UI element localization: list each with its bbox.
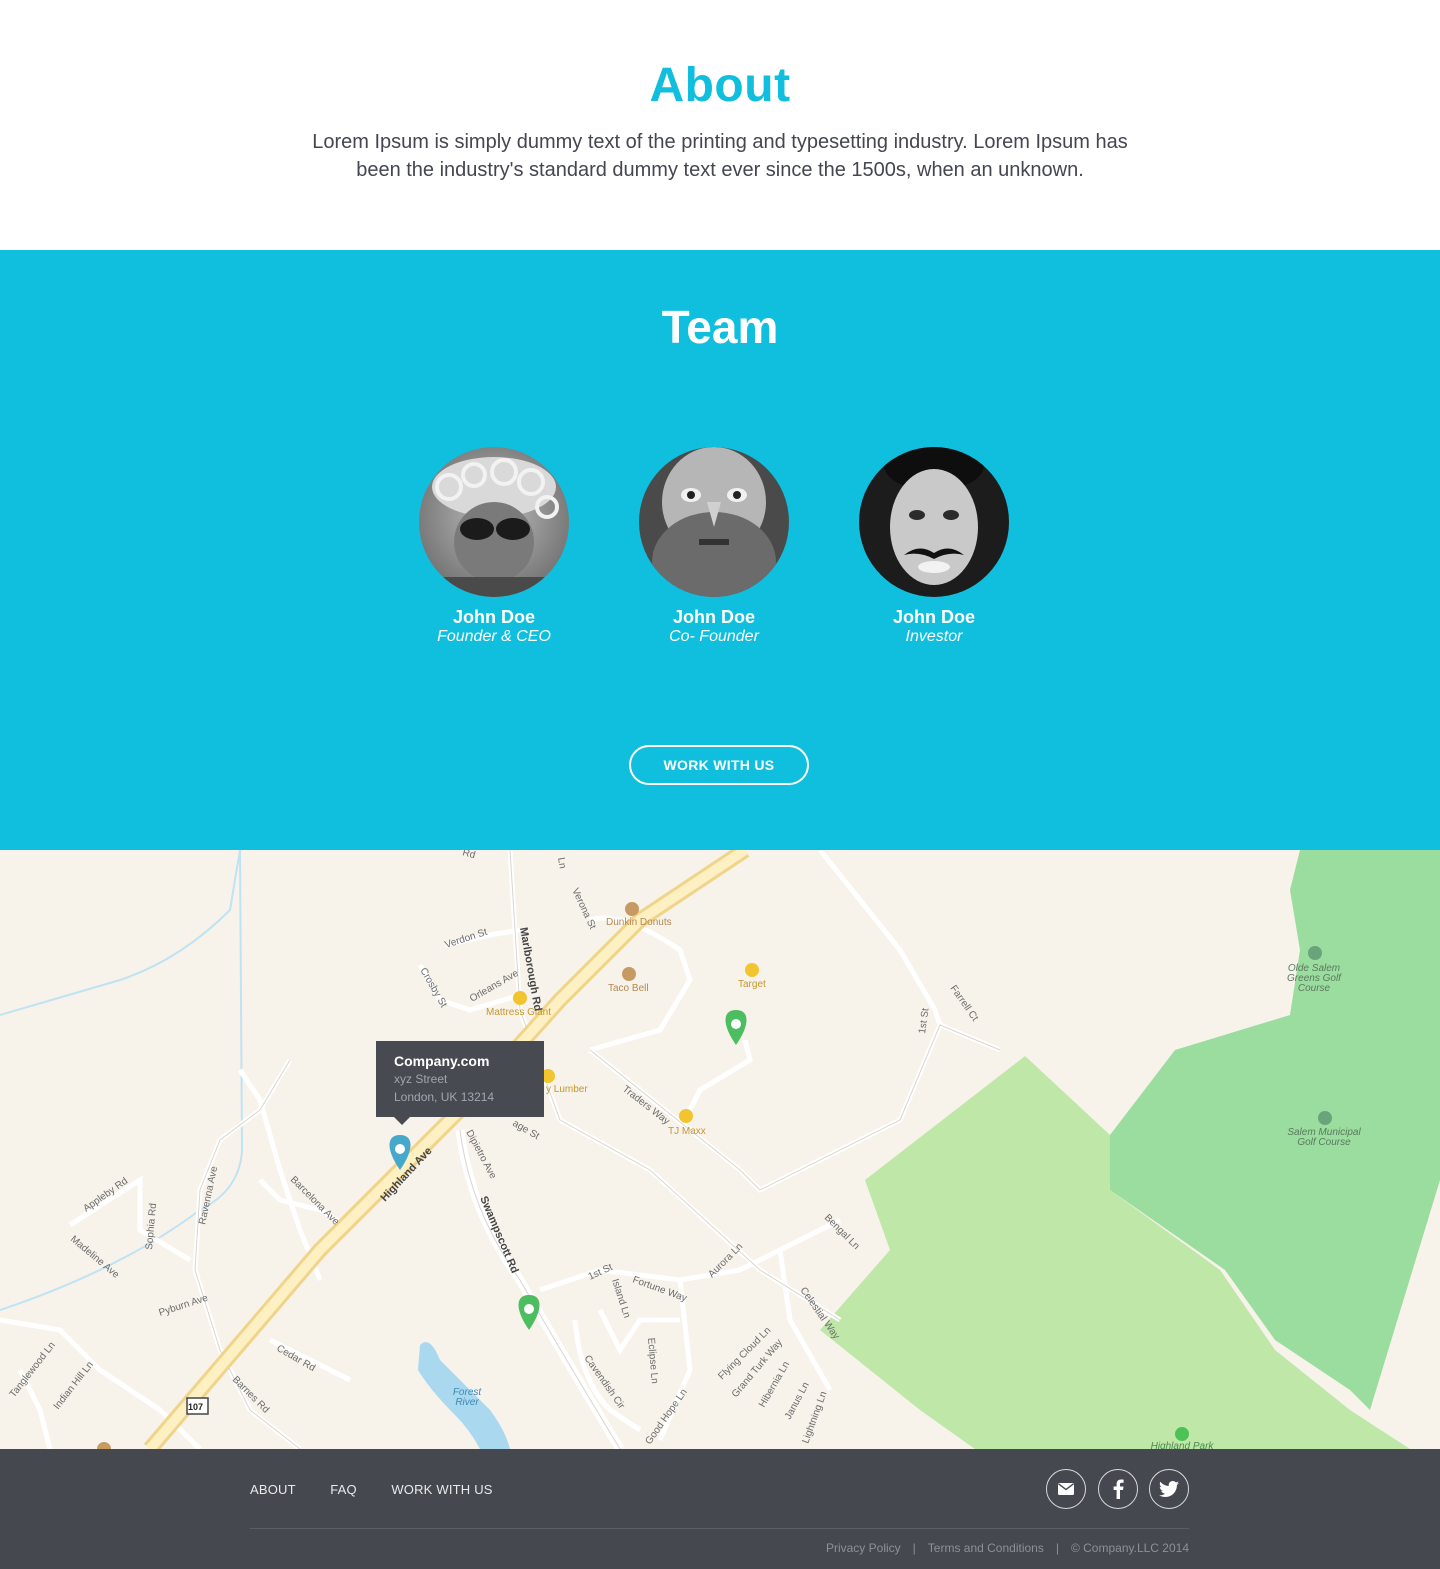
map-label: Traders Way bbox=[620, 1084, 671, 1127]
map-label: Verona St bbox=[569, 887, 598, 932]
member-role: Investor bbox=[905, 628, 963, 645]
map-label: Swampscott Rd bbox=[477, 1194, 520, 1275]
footer-link-about[interactable]: ABOUT bbox=[250, 1482, 296, 1497]
map-label: Farrell Ct bbox=[948, 983, 981, 1023]
team-member-2: John Doe Co- Founder bbox=[604, 447, 824, 647]
map-label: Eclipse Ln bbox=[645, 1337, 660, 1384]
twitter-icon[interactable] bbox=[1149, 1469, 1189, 1509]
terms-link[interactable]: Terms and Conditions bbox=[928, 1541, 1044, 1555]
team-section: Team John Doe Founder & CEO John Doe Co-… bbox=[0, 250, 1440, 850]
map-label: age St bbox=[511, 1118, 542, 1142]
avatar bbox=[639, 447, 789, 597]
map-label: 1st St bbox=[917, 1007, 931, 1034]
map-label: Rd bbox=[461, 850, 476, 861]
map-label: Crosby St bbox=[417, 966, 449, 1010]
map-label: 107 bbox=[188, 1402, 203, 1412]
facebook-icon[interactable] bbox=[1097, 1469, 1138, 1509]
map-label: Taco Bell bbox=[608, 983, 649, 994]
map-label: Target bbox=[738, 979, 766, 990]
tooltip-city: London, UK 13214 bbox=[394, 1090, 495, 1104]
map-label: Ln bbox=[555, 857, 568, 870]
footer-link-work-with-us[interactable]: WORK WITH US bbox=[391, 1482, 492, 1497]
member-name: John Doe bbox=[672, 607, 755, 627]
map-label: Verdon St bbox=[444, 927, 489, 951]
map-label: Madeline Ave bbox=[68, 1234, 121, 1281]
map-label: Sophia Rd bbox=[144, 1203, 159, 1250]
map-label: Highland Park bbox=[1151, 1441, 1215, 1449]
avatar bbox=[859, 447, 1009, 597]
team-title: Team bbox=[661, 301, 779, 353]
map-label: Golf Course bbox=[1297, 1137, 1351, 1148]
map-tooltip: Company.com xyz Street London, UK 13214 bbox=[376, 1041, 544, 1125]
work-with-us-button[interactable]: WORK WITH US bbox=[629, 745, 809, 785]
copyright: © Company.LLC 2014 bbox=[1070, 1541, 1189, 1555]
footer-legal: Privacy Policy | Terms and Conditions | © Co… bbox=[826, 1541, 1189, 1555]
map-label: Appleby Rd bbox=[81, 1176, 130, 1215]
member-name: John Doe bbox=[892, 607, 975, 627]
footer-nav: ABOUT FAQ WORK WITH US bbox=[250, 1481, 523, 1499]
tooltip-title: Company.com bbox=[394, 1053, 490, 1069]
member-role: Co- Founder bbox=[669, 628, 759, 645]
map-label: Bengal Ln bbox=[822, 1212, 862, 1252]
map[interactable]: Dunkin Donuts Taco Bell Target Mattress … bbox=[0, 850, 1440, 1449]
map-label: Janus Ln bbox=[783, 1380, 812, 1421]
separator: | bbox=[1055, 1541, 1059, 1555]
map-label: y Lumber bbox=[546, 1084, 588, 1095]
map-label: Island Ln bbox=[609, 1278, 632, 1320]
mail-icon[interactable] bbox=[1046, 1469, 1087, 1509]
about-text: Lorem Ipsum is simply dummy text of the … bbox=[312, 131, 1128, 181]
team-member-3: John Doe Investor bbox=[824, 447, 1044, 647]
map-label: TJ Maxx bbox=[668, 1126, 706, 1137]
about-title: About bbox=[649, 59, 791, 112]
privacy-policy-link[interactable]: Privacy Policy bbox=[826, 1541, 901, 1555]
map-label: Good Hope Ln bbox=[643, 1387, 689, 1447]
map-label: Course bbox=[1298, 983, 1331, 994]
about-section: About Lorem Ipsum is simply dummy text o… bbox=[0, 0, 1440, 250]
member-name: John Doe bbox=[452, 607, 535, 627]
footer-divider bbox=[250, 1528, 1189, 1529]
footer: ABOUT FAQ WORK WITH US Privacy Policy | Te… bbox=[0, 1449, 1440, 1569]
social-links bbox=[1039, 1469, 1189, 1509]
team-member-1: John Doe Founder & CEO bbox=[384, 447, 604, 647]
map-label: Dunkin Donuts bbox=[606, 917, 672, 928]
tooltip-street: xyz Street bbox=[394, 1072, 448, 1086]
map-label: Pyburn Ave bbox=[158, 1293, 210, 1319]
avatar bbox=[419, 447, 569, 597]
map-label: Indian Hill Ln bbox=[52, 1360, 96, 1412]
separator: | bbox=[912, 1541, 916, 1555]
member-role: Founder & CEO bbox=[437, 628, 551, 645]
map-canvas[interactable]: Dunkin Donuts Taco Bell Target Mattress … bbox=[0, 850, 1440, 1449]
map-label: River bbox=[455, 1397, 479, 1408]
footer-link-faq[interactable]: FAQ bbox=[330, 1482, 357, 1497]
